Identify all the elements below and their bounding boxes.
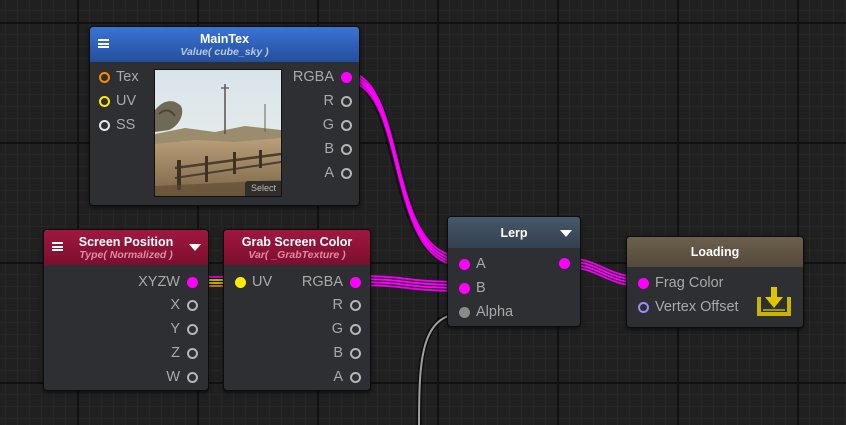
port-grab-uv[interactable]: UV bbox=[235, 274, 272, 290]
port-screenpos-x-socket[interactable] bbox=[187, 299, 198, 311]
port-grab-a-socket[interactable] bbox=[350, 371, 361, 383]
port-lerp-alpha-label: Alpha bbox=[476, 304, 514, 320]
port-frag-color-socket[interactable] bbox=[638, 277, 649, 289]
port-grab-g[interactable]: G bbox=[332, 321, 361, 337]
maintex-title: MainTex bbox=[199, 32, 250, 46]
port-grab-a[interactable]: A bbox=[333, 369, 361, 385]
port-screenpos-xyzw-label: XYZW bbox=[138, 274, 180, 290]
port-maintex-g[interactable]: G bbox=[323, 117, 352, 133]
select-texture-button[interactable]: Select bbox=[244, 181, 281, 196]
output-title: Loading bbox=[690, 245, 740, 259]
port-screenpos-y-socket[interactable] bbox=[187, 323, 198, 335]
port-maintex-a-socket[interactable] bbox=[341, 167, 352, 179]
port-screenpos-x[interactable]: X bbox=[170, 297, 198, 313]
download-tray-icon[interactable] bbox=[756, 284, 792, 318]
port-grab-g-socket[interactable] bbox=[350, 323, 361, 335]
port-grab-g-label: G bbox=[331, 321, 343, 337]
port-lerp-output-socket[interactable] bbox=[559, 258, 570, 269]
hamburger-menu-icon[interactable] bbox=[98, 39, 109, 48]
screen-position-title: Screen Position bbox=[78, 235, 174, 249]
port-lerp-a[interactable]: A bbox=[459, 256, 486, 272]
port-screenpos-y-label: Y bbox=[170, 321, 180, 337]
port-grab-uv-socket[interactable] bbox=[235, 276, 246, 288]
screen-position-subtitle: Type( Normalized ) bbox=[79, 249, 173, 261]
port-tex-socket[interactable] bbox=[99, 71, 110, 83]
port-maintex-rgba-socket[interactable] bbox=[341, 71, 352, 83]
port-lerp-alpha-socket[interactable] bbox=[459, 306, 470, 318]
port-lerp-b-label: B bbox=[476, 280, 486, 296]
port-grab-b[interactable]: B bbox=[333, 345, 361, 361]
grab-screen-color-node[interactable]: Grab Screen Color Var( _GrabTexture ) UV… bbox=[223, 229, 371, 391]
hamburger-menu-icon[interactable] bbox=[52, 242, 63, 251]
triangle-down-icon[interactable] bbox=[560, 230, 572, 237]
maintex-header[interactable]: MainTex Value( cube_sky ) bbox=[90, 27, 359, 62]
port-maintex-r[interactable]: R bbox=[324, 93, 352, 109]
port-screenpos-w[interactable]: W bbox=[166, 369, 198, 385]
port-screenpos-z-label: Z bbox=[171, 345, 180, 361]
port-screenpos-x-label: X bbox=[170, 297, 180, 313]
port-grab-uv-label: UV bbox=[252, 274, 273, 290]
port-uv[interactable]: UV bbox=[99, 93, 136, 109]
port-maintex-b-socket[interactable] bbox=[341, 143, 352, 155]
texture-preview[interactable]: Select bbox=[154, 69, 282, 197]
port-maintex-g-socket[interactable] bbox=[341, 119, 352, 131]
grab-screen-color-header[interactable]: Grab Screen Color Var( _GrabTexture ) bbox=[224, 230, 370, 265]
port-screenpos-xyzw-socket[interactable] bbox=[187, 276, 198, 288]
port-lerp-b[interactable]: B bbox=[459, 280, 486, 296]
port-maintex-rgba[interactable]: RGBA bbox=[293, 69, 352, 85]
output-node[interactable]: Loading Frag Color Vertex Offset bbox=[626, 236, 804, 328]
port-maintex-r-label: R bbox=[323, 93, 334, 109]
port-grab-r-label: R bbox=[332, 297, 343, 313]
triangle-down-icon[interactable] bbox=[189, 244, 201, 251]
port-maintex-b[interactable]: B bbox=[324, 141, 352, 157]
texture-preview-image bbox=[155, 70, 281, 196]
wire-alpha bbox=[416, 310, 466, 425]
port-maintex-a-label: A bbox=[324, 165, 334, 181]
port-lerp-alpha[interactable]: Alpha bbox=[459, 304, 513, 320]
port-grab-rgba-socket[interactable] bbox=[350, 276, 361, 288]
port-lerp-b-socket[interactable] bbox=[459, 282, 470, 294]
port-maintex-a[interactable]: A bbox=[324, 165, 352, 181]
port-lerp-a-label: A bbox=[476, 256, 486, 272]
port-tex[interactable]: Tex bbox=[99, 69, 139, 85]
port-screenpos-w-label: W bbox=[166, 369, 180, 385]
output-header[interactable]: Loading bbox=[627, 237, 803, 267]
port-maintex-g-label: G bbox=[322, 117, 334, 133]
maintex-subtitle: Value( cube_sky ) bbox=[180, 46, 269, 58]
port-lerp-a-socket[interactable] bbox=[459, 258, 470, 270]
grab-screen-color-title: Grab Screen Color bbox=[241, 235, 353, 249]
port-maintex-rgba-label: RGBA bbox=[292, 69, 334, 85]
lerp-header[interactable]: Lerp bbox=[448, 217, 580, 248]
port-grab-r[interactable]: R bbox=[333, 297, 361, 313]
port-ss-label: SS bbox=[116, 117, 136, 133]
port-vertex-offset-label: Vertex Offset bbox=[655, 299, 739, 315]
port-tex-label: Tex bbox=[116, 69, 139, 85]
port-uv-socket[interactable] bbox=[99, 95, 110, 107]
lerp-node[interactable]: Lerp A B Alpha bbox=[447, 216, 581, 327]
port-uv-label: UV bbox=[116, 93, 137, 109]
port-ss-socket[interactable] bbox=[99, 119, 110, 131]
grab-screen-color-subtitle: Var( _GrabTexture ) bbox=[248, 249, 346, 261]
port-grab-b-socket[interactable] bbox=[350, 347, 361, 359]
port-screenpos-y[interactable]: Y bbox=[170, 321, 198, 337]
port-screenpos-xyzw[interactable]: XYZW bbox=[138, 274, 198, 290]
port-maintex-r-socket[interactable] bbox=[341, 95, 352, 107]
port-grab-rgba[interactable]: RGBA bbox=[302, 274, 361, 290]
port-frag-color-label: Frag Color bbox=[655, 275, 724, 291]
maintex-node[interactable]: MainTex Value( cube_sky ) Tex UV SS Sele… bbox=[89, 26, 360, 206]
port-maintex-b-label: B bbox=[324, 141, 334, 157]
screen-position-node[interactable]: Screen Position Type( Normalized ) XYZW … bbox=[43, 229, 209, 391]
port-grab-a-label: A bbox=[333, 369, 343, 385]
port-screenpos-z[interactable]: Z bbox=[171, 345, 198, 361]
port-grab-r-socket[interactable] bbox=[350, 299, 361, 311]
port-vertex-offset[interactable]: Vertex Offset bbox=[638, 299, 739, 315]
port-frag-color[interactable]: Frag Color bbox=[638, 275, 724, 291]
port-vertex-offset-socket[interactable] bbox=[638, 301, 649, 313]
port-grab-rgba-label: RGBA bbox=[301, 274, 343, 290]
port-screenpos-w-socket[interactable] bbox=[187, 371, 198, 383]
screen-position-header[interactable]: Screen Position Type( Normalized ) bbox=[44, 230, 208, 265]
port-screenpos-z-socket[interactable] bbox=[187, 347, 198, 359]
port-ss[interactable]: SS bbox=[99, 117, 135, 133]
port-grab-b-label: B bbox=[333, 345, 343, 361]
